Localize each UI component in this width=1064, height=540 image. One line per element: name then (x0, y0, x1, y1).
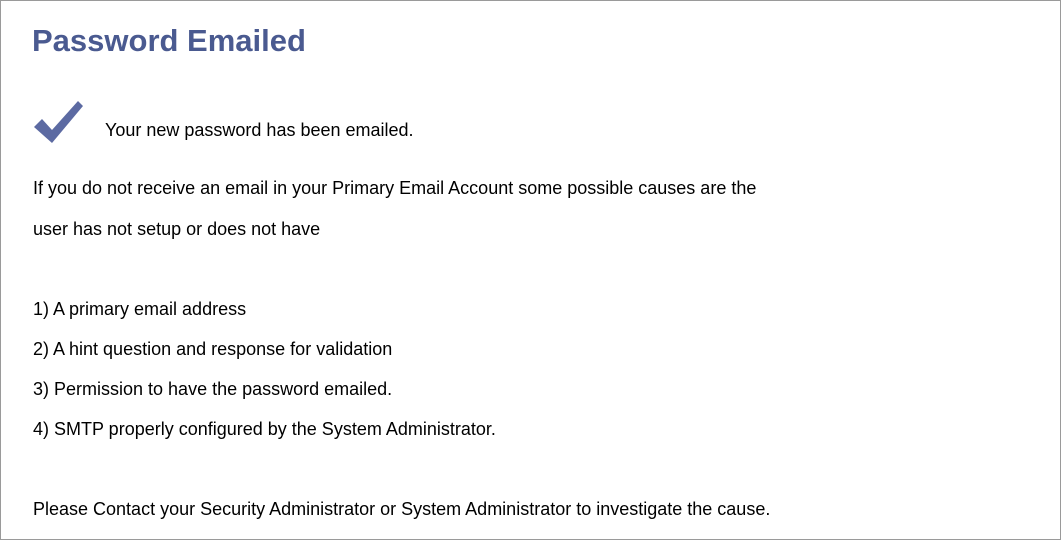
cause-item: 2) A hint question and response for vali… (33, 339, 393, 359)
explanation-line-2: user has not setup or does not have (33, 219, 321, 239)
confirmation-message: Your new password has been emailed. (105, 120, 414, 140)
cause-item: 1) A primary email address (33, 299, 247, 319)
page-title: Password Emailed (32, 23, 306, 58)
explanation-line-1: If you do not receive an email in your P… (33, 178, 757, 198)
password-emailed-panel: Password Emailed Your new password has b… (0, 0, 1061, 540)
contact-admin-message: Please Contact your Security Administrat… (33, 499, 771, 519)
cause-item: 4) SMTP properly configured by the Syste… (33, 419, 496, 439)
cause-item: 3) Permission to have the password email… (33, 379, 393, 399)
checkmark-icon (34, 101, 83, 143)
